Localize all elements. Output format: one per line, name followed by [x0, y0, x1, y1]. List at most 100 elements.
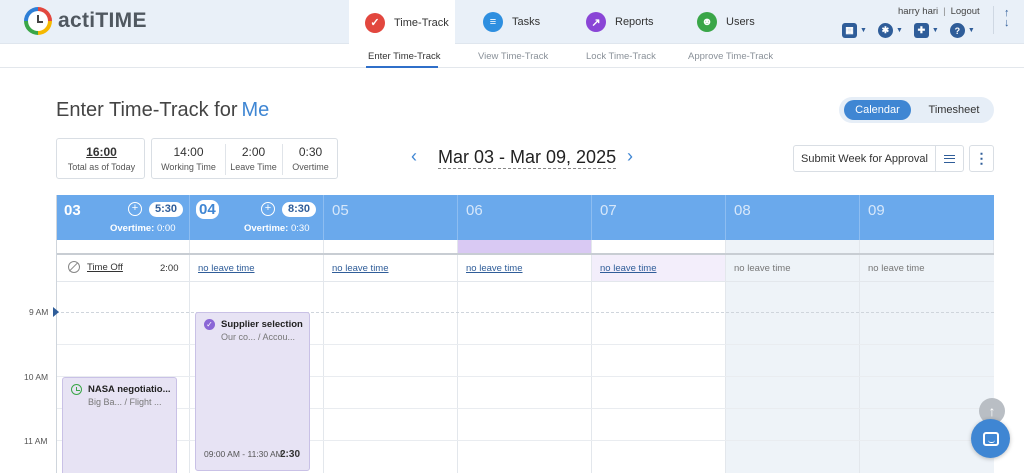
toolbar: ▦ ▼ ✱ ▼ ✚ ▼ ? ▼	[842, 23, 986, 38]
submit-week-button[interactable]: Submit Week for Approval	[793, 145, 936, 172]
day-column[interactable]	[592, 282, 726, 473]
help-icon: ?	[949, 23, 965, 38]
overtime-stat: 0:30 Overtime	[282, 139, 339, 180]
day-number[interactable]: 08	[734, 202, 751, 219]
module-label: Time-Track	[394, 16, 449, 29]
chat-button[interactable]	[971, 419, 1010, 458]
day-number-today[interactable]: 04	[196, 200, 219, 219]
active-tab-indicator	[366, 66, 438, 68]
check-icon: ✓	[204, 319, 215, 330]
week-range[interactable]: Mar 03 - Mar 09, 2025	[438, 147, 617, 169]
time-off-cell[interactable]: Time Off 2:00	[56, 255, 190, 282]
tab-approve-time-track[interactable]: Approve Time-Track	[688, 51, 773, 62]
leave-cell[interactable]: no leave time	[592, 255, 726, 282]
time-off-value: 2:00	[160, 263, 179, 274]
day-number[interactable]: 09	[868, 202, 885, 219]
users-icon: ☻	[697, 12, 717, 32]
leave-cell[interactable]: no leave time	[458, 255, 592, 282]
leave-time-stat: 2:00 Leave Time	[225, 139, 282, 180]
list-icon	[944, 154, 955, 163]
time-entry-card[interactable]: NASA negotiatio... Big Ba... / Flight ..…	[62, 377, 177, 473]
timesheet-view-button[interactable]: Timesheet	[917, 100, 991, 120]
leave-cell[interactable]: no leave time	[324, 255, 458, 282]
overtime-label: Overtime:	[110, 223, 155, 234]
integrations-button[interactable]: ✚ ▼	[913, 23, 939, 38]
total-value[interactable]: 16:00	[57, 145, 146, 159]
calendar-view-button[interactable]: Calendar	[844, 100, 911, 120]
tab-enter-time-track[interactable]: Enter Time-Track	[368, 51, 441, 62]
help-button[interactable]: ? ▼	[949, 23, 975, 38]
time-entry-card[interactable]: ✓ Supplier selection Our co... / Accou..…	[195, 312, 310, 471]
next-week-button[interactable]: ›	[627, 146, 633, 167]
logout-link[interactable]: Logout	[951, 6, 980, 17]
time-off-label[interactable]: Time Off	[87, 262, 123, 273]
module-tasks[interactable]: ≡ Tasks	[483, 0, 540, 44]
module-reports[interactable]: ↗ Reports	[586, 0, 654, 44]
submit-options-button[interactable]	[935, 145, 964, 172]
day-number[interactable]: 05	[332, 202, 349, 219]
day-number[interactable]: 07	[600, 202, 617, 219]
app-name: actiTIME	[58, 9, 147, 32]
day-number[interactable]: 03	[64, 202, 81, 219]
leave-link[interactable]: no leave time	[198, 263, 255, 274]
add-time-icon[interactable]: +	[128, 202, 142, 216]
gear-icon: ✱	[877, 23, 893, 38]
user-selector[interactable]: Me	[242, 99, 270, 121]
day-overtime: Overtime: 0:00	[110, 223, 176, 234]
puzzle-icon: ✚	[913, 23, 929, 38]
prev-week-button[interactable]: ‹	[411, 146, 417, 167]
module-label: Users	[726, 16, 755, 28]
top-bar: actiTIME ✓ Time-Track ≡ Tasks ↗ Reports …	[0, 0, 1024, 45]
leave-link[interactable]: no leave time	[466, 263, 523, 274]
user-links: harry hari | Logout	[898, 6, 980, 17]
leave-cell: no leave time	[726, 255, 860, 282]
day-column[interactable]	[458, 282, 592, 473]
chevron-down-icon: ▼	[895, 27, 903, 34]
divider	[993, 6, 994, 34]
total-stat: 16:00 Total as of Today	[57, 139, 146, 180]
day-number[interactable]: 06	[466, 202, 483, 219]
settings-button[interactable]: ✱ ▼	[877, 23, 903, 38]
module-label: Tasks	[512, 16, 541, 28]
module-users[interactable]: ☻ Users	[697, 0, 755, 44]
leave-link[interactable]: no leave time	[332, 263, 389, 274]
overtime-value: 0:30	[291, 223, 310, 234]
module-time-track[interactable]: ✓ Time-Track	[349, 0, 455, 45]
overtime-value: 0:30	[298, 145, 323, 159]
tab-lock-time-track[interactable]: Lock Time-Track	[586, 51, 656, 62]
more-options-button[interactable]: ⋮	[969, 145, 994, 172]
add-time-icon[interactable]: +	[261, 202, 275, 216]
day-column[interactable]	[324, 282, 458, 473]
app-logo[interactable]: actiTIME	[24, 7, 147, 35]
day-total: 8:30	[282, 202, 317, 217]
tab-view-time-track[interactable]: View Time-Track	[478, 51, 548, 62]
task-title: NASA negotiatio...	[88, 384, 171, 395]
time-label: 10 AM	[24, 372, 49, 382]
working-time-value: 14:00	[173, 145, 204, 159]
page-title: Enter Time-Track for Me	[56, 99, 269, 122]
view-toggle: Calendar Timesheet	[839, 97, 994, 123]
total-label: Total as of Today	[67, 162, 136, 172]
collapse-header-button[interactable]: ↑ ↓	[1004, 8, 1010, 29]
chat-icon	[982, 431, 999, 446]
user-name-link[interactable]: harry hari	[898, 6, 938, 17]
leave-text: no leave time	[734, 263, 791, 274]
leave-cell: no leave time	[860, 255, 994, 282]
calendar-settings-button[interactable]: ▦ ▼	[842, 23, 867, 38]
day-header-03: 03 + 5:30 Overtime: 0:00	[56, 195, 190, 240]
tasks-icon: ≡	[483, 12, 503, 32]
day-column-weekend[interactable]	[726, 282, 860, 473]
day-total: 5:30	[149, 202, 184, 217]
reports-icon: ↗	[586, 12, 606, 32]
leave-cell[interactable]: no leave time	[190, 255, 324, 282]
task-title: Supplier selection	[221, 319, 303, 330]
leave-text: no leave time	[868, 263, 925, 274]
task-path: Big Ba... / Flight ...	[88, 397, 162, 407]
day-header-05: 05	[324, 195, 458, 240]
chevron-down-icon: ▼	[860, 27, 867, 34]
no-entry-icon	[68, 261, 80, 273]
leave-link[interactable]: no leave time	[600, 263, 657, 274]
chevron-down-icon: ▼	[931, 27, 939, 34]
task-duration: 2:30	[279, 449, 300, 460]
working-time-label: Working Time	[161, 162, 216, 172]
